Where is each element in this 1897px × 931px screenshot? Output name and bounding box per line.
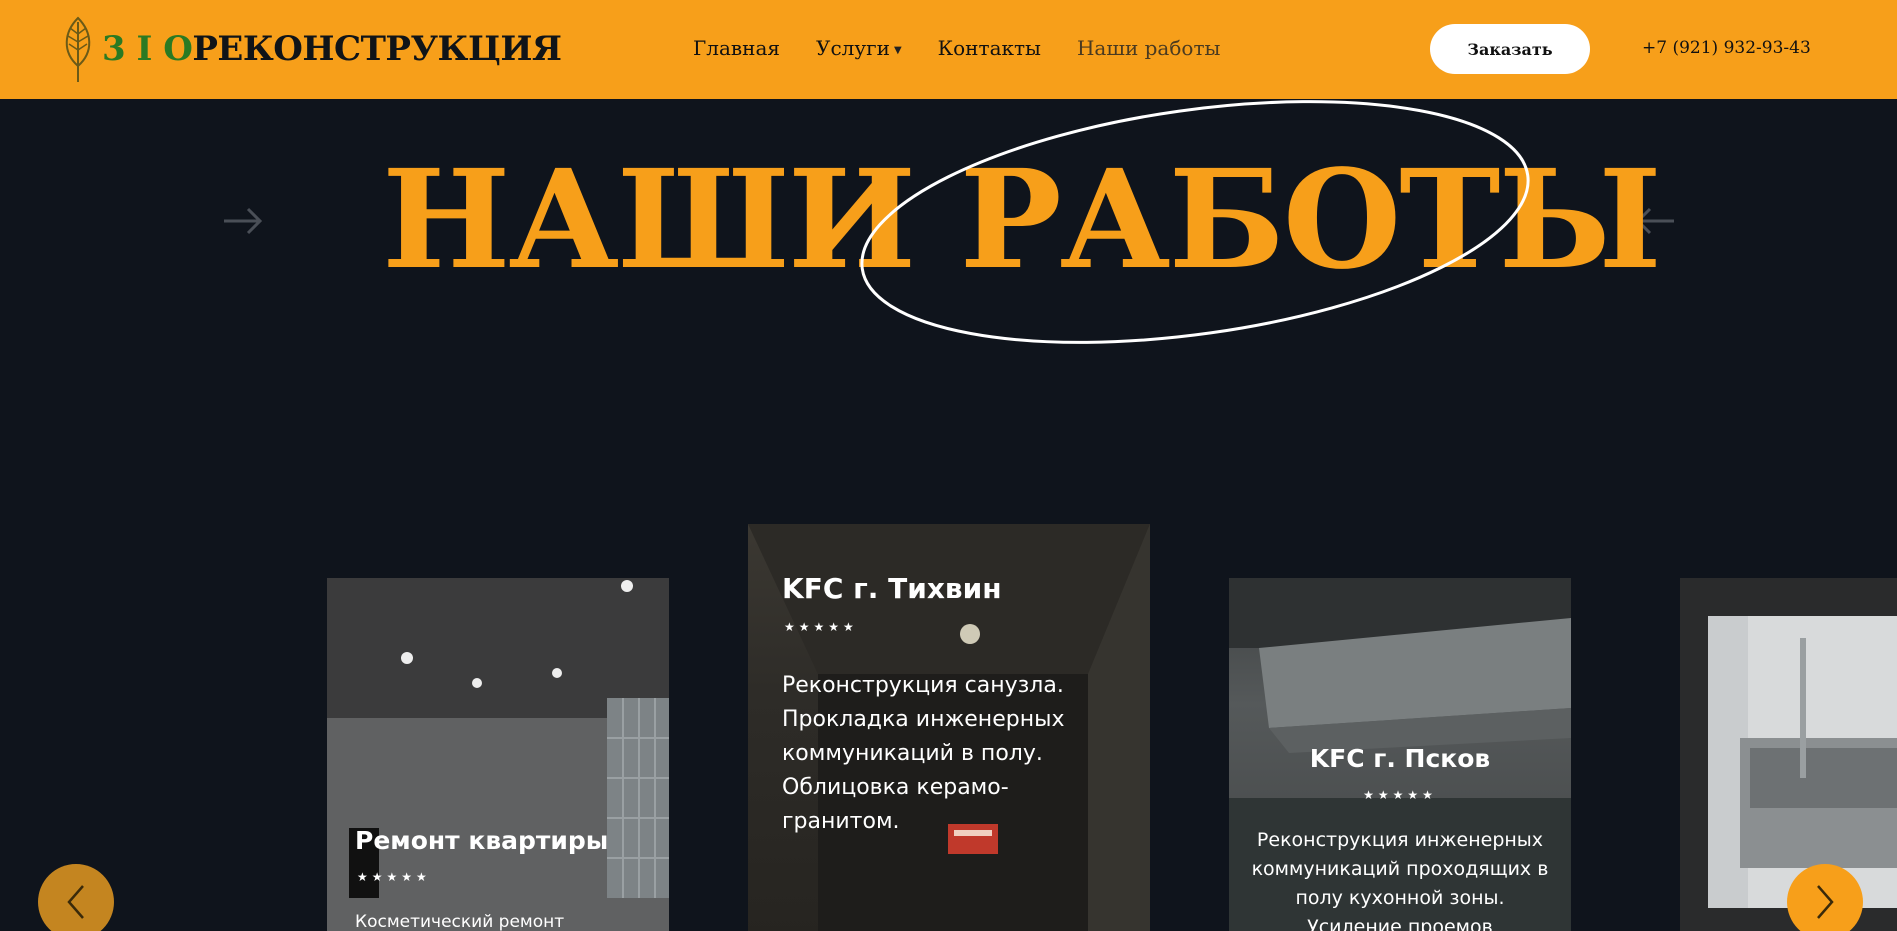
logo-text: 3 I OРЕКОНСТРУКЦИЯ bbox=[102, 29, 562, 69]
order-button[interactable]: Заказать bbox=[1430, 24, 1590, 74]
chevron-left-icon bbox=[67, 885, 84, 919]
card-description: Косметический ремонт bbox=[355, 912, 565, 931]
title-oval-decor bbox=[860, 100, 1530, 344]
caret-down-icon: ▼ bbox=[893, 45, 902, 56]
card-photo bbox=[1708, 616, 1897, 908]
nav-item-home[interactable]: Главная bbox=[693, 36, 780, 60]
card-description: Реконструкция санузла. Прокладка инженер… bbox=[782, 673, 1065, 834]
main-nav: Главная Услуги ▼ Контакты Наши работы bbox=[693, 36, 1220, 60]
nav-item-services[interactable]: Услуги bbox=[816, 36, 890, 60]
logo-rest: РЕКОНСТРУКЦИЯ bbox=[192, 29, 562, 69]
logo-bio: 3 I O bbox=[102, 29, 193, 69]
nav-item-services-wrap[interactable]: Услуги ▼ bbox=[816, 36, 902, 60]
card-title: KFC г. Псков bbox=[1309, 744, 1491, 773]
work-card-kfc-tikhvin[interactable]: KFC г. Тихвин ★★★★★ Реконструкция санузл… bbox=[748, 524, 1150, 931]
phone-number[interactable]: +7 (921) 932-93-43 bbox=[1642, 38, 1811, 58]
card-title: Ремонт квартиры bbox=[355, 826, 609, 855]
site-header: 3 I OРЕКОНСТРУКЦИЯ Главная Услуги ▼ Конта… bbox=[0, 0, 1897, 99]
work-card-kitchen[interactable] bbox=[1680, 578, 1897, 931]
arrow-right-decor-icon bbox=[224, 207, 263, 235]
card-stars: ★★★★★ bbox=[1363, 788, 1437, 802]
leaf-icon bbox=[65, 16, 91, 82]
chevron-right-icon bbox=[1817, 885, 1834, 919]
card-stars: ★★★★★ bbox=[784, 620, 858, 634]
work-card-kfc-pskov[interactable]: KFC г. Псков ★★★★★ Реконструкция инженер… bbox=[1229, 578, 1571, 931]
card-title: KFC г. Тихвин bbox=[782, 572, 1002, 605]
logo[interactable]: 3 I OРЕКОНСТРУКЦИЯ bbox=[60, 14, 562, 84]
prev-slide-button[interactable] bbox=[38, 864, 114, 931]
card-description: Реконструкция инженерных коммуникаций пр… bbox=[1251, 829, 1549, 931]
nav-item-works[interactable]: Наши работы bbox=[1077, 36, 1220, 60]
work-card-apartment[interactable]: Ремонт квартиры ★★★★★ Косметический ремо… bbox=[327, 578, 669, 931]
nav-item-contacts[interactable]: Контакты bbox=[938, 36, 1041, 60]
card-stars: ★★★★★ bbox=[357, 870, 431, 884]
next-slide-button[interactable] bbox=[1787, 864, 1863, 931]
